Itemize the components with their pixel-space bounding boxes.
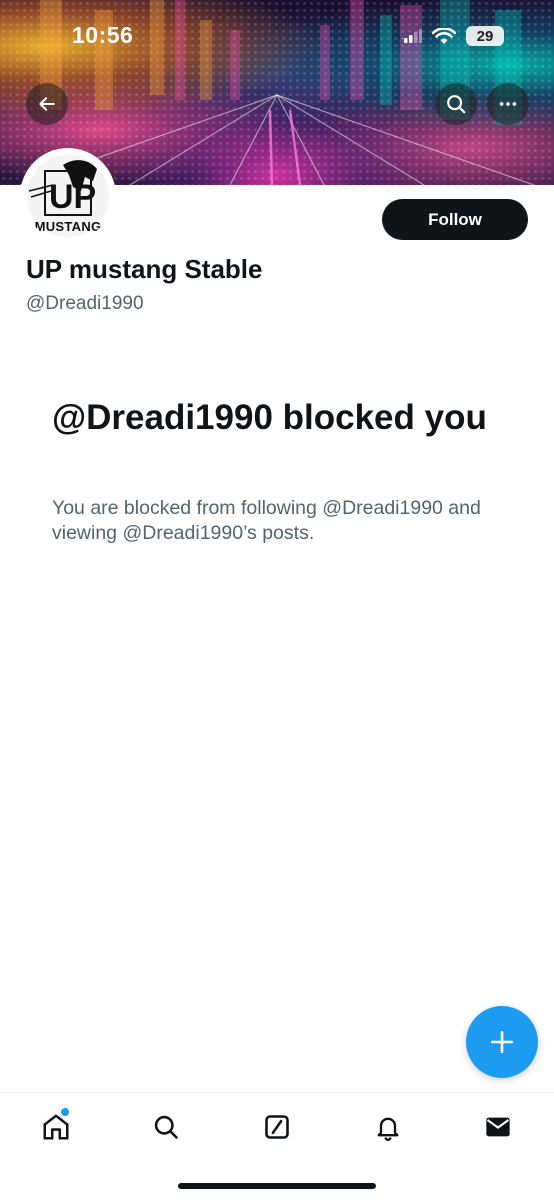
- more-horizontal-icon: [499, 102, 517, 106]
- follow-button[interactable]: Follow: [382, 199, 528, 240]
- mail-icon: [486, 1117, 510, 1137]
- nav-home[interactable]: [36, 1107, 76, 1147]
- arrow-left-icon: [39, 97, 55, 111]
- blocked-description: You are blocked from following @Dreadi19…: [52, 497, 481, 544]
- home-indicator: [178, 1183, 376, 1189]
- more-button[interactable]: [487, 83, 529, 125]
- plus-icon: [490, 1030, 514, 1054]
- nav-notifications[interactable]: [368, 1107, 408, 1147]
- battery-indicator: 29: [466, 26, 504, 46]
- back-button[interactable]: [26, 83, 68, 125]
- status-icons: 29: [404, 26, 504, 46]
- nav-grok[interactable]: [257, 1107, 297, 1147]
- nav-messages[interactable]: [478, 1107, 518, 1147]
- nav-search[interactable]: [146, 1107, 186, 1147]
- blocked-title: @Dreadi1990 blocked you: [52, 398, 487, 437]
- signal-icon: [404, 29, 422, 43]
- grok-icon: [265, 1115, 289, 1139]
- display-name: UP mustang Stable: [26, 254, 263, 284]
- search-icon: [447, 95, 466, 114]
- avatar[interactable]: UP MUSTANG: [20, 148, 116, 244]
- search-button[interactable]: [435, 83, 477, 125]
- profile-handle: @Dreadi1990: [26, 293, 144, 314]
- search-icon: [154, 1115, 178, 1139]
- bell-icon: [377, 1117, 399, 1141]
- notification-dot: [60, 1107, 70, 1117]
- compose-button[interactable]: [466, 1006, 538, 1078]
- avatar-label: MUSTANG: [34, 219, 102, 234]
- wifi-icon: [432, 27, 456, 44]
- status-time: 10:56: [72, 22, 134, 48]
